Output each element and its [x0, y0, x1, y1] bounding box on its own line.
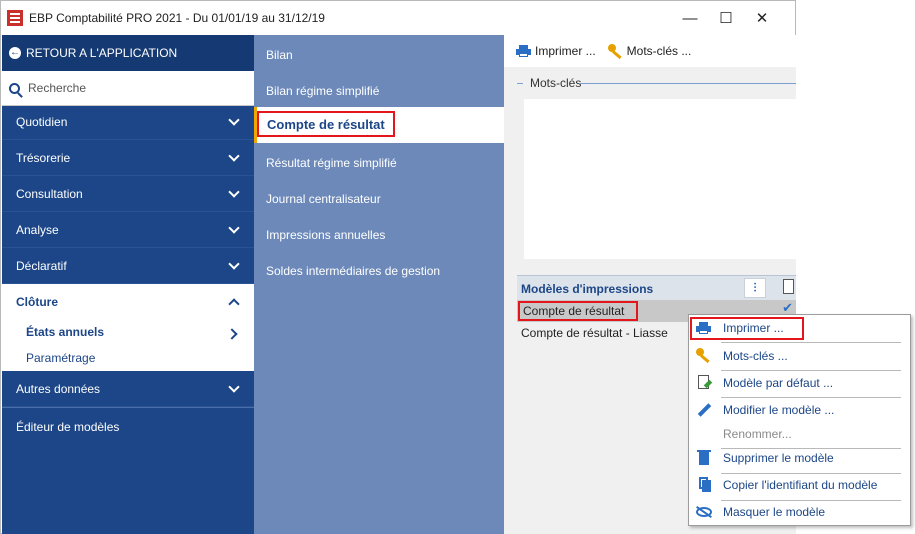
report-item-bilan[interactable]: Bilan: [266, 48, 293, 62]
print-button[interactable]: Imprimer ...: [516, 44, 596, 58]
sliders-icon[interactable]: ⫶: [744, 278, 766, 298]
search-input[interactable]: [26, 80, 240, 96]
key-icon: [607, 44, 623, 60]
keywords-textarea[interactable]: [524, 99, 796, 259]
model-label: Compte de résultat - Liasse: [521, 326, 668, 340]
models-title: Modèles d'impressions: [521, 281, 654, 296]
title-bar: EBP Comptabilité PRO 2021 - Du 01/01/19 …: [1, 1, 795, 35]
sidebar-item-label: Autres données: [16, 381, 101, 396]
pencil-icon: [696, 402, 712, 418]
menu-item-renommer[interactable]: Renommer...: [689, 421, 910, 448]
models-header: Modèles d'impressions ⫶: [517, 275, 796, 302]
menu-item-label: Imprimer ...: [723, 321, 784, 335]
sidebar-item-quotidien[interactable]: Quotidien: [2, 104, 254, 140]
close-button[interactable]: ✕: [747, 6, 777, 30]
menu-item-supprimer[interactable]: Supprimer le modèle: [689, 445, 910, 472]
report-item-selected-row: Compte de résultat: [254, 107, 504, 143]
menu-item-label: Renommer...: [723, 427, 792, 441]
printer-icon: [696, 322, 712, 338]
menu-item-label: Modifier le modèle ...: [723, 403, 835, 417]
menu-item-copier-id[interactable]: Copier l'identifiant du modèle: [689, 472, 910, 499]
search-icon: [9, 82, 20, 94]
chevron-up-icon[interactable]: [228, 298, 240, 310]
sidebar-subitem-etats-annuels[interactable]: États annuels: [26, 325, 104, 339]
sidebar-item-label: Analyse: [16, 222, 59, 237]
arrow-left-icon: ←: [9, 47, 21, 59]
chevron-down-icon: [228, 186, 240, 198]
report-item-bilan-simplifie[interactable]: Bilan régime simplifié: [266, 84, 379, 98]
back-label: RETOUR A L'APPLICATION: [26, 46, 178, 60]
sidebar-subitem-parametrage[interactable]: Paramétrage: [26, 351, 95, 365]
document-check-icon: [696, 375, 712, 391]
report-list-panel: Bilan Bilan régime simplifié Compte de r…: [254, 35, 504, 534]
chevron-down-icon: [228, 381, 240, 393]
sidebar-item-label: Consultation: [16, 186, 83, 201]
sidebar-item-editeur-modeles[interactable]: Éditeur de modèles: [2, 407, 254, 446]
copy-icon: [696, 477, 712, 493]
keywords-group-label: Mots-clés: [530, 76, 582, 90]
sidebar-item-declaratif[interactable]: Déclaratif: [2, 248, 254, 284]
menu-item-masquer[interactable]: Masquer le modèle: [689, 499, 910, 526]
report-item-impressions-annuelles[interactable]: Impressions annuelles: [266, 228, 385, 242]
menu-item-label: Modèle par défaut ...: [723, 376, 834, 390]
window-title: EBP Comptabilité PRO 2021 - Du 01/01/19 …: [29, 11, 325, 25]
sidebar-item-label: Éditeur de modèles: [16, 420, 120, 434]
keywords-label: Mots-clés ...: [626, 44, 692, 58]
group-divider: [579, 83, 796, 84]
menu-item-label: Masquer le modèle: [723, 505, 826, 519]
sidebar-item-cloture[interactable]: Clôture: [16, 295, 58, 309]
chevron-down-icon: [228, 258, 240, 270]
chevron-down-icon: [228, 114, 240, 126]
sidebar-item-label: Quotidien: [16, 114, 68, 129]
minimize-button[interactable]: —: [675, 6, 705, 30]
app-window: EBP Comptabilité PRO 2021 - Du 01/01/19 …: [0, 0, 796, 534]
report-item-journal-centralisateur[interactable]: Journal centralisateur: [266, 192, 381, 206]
search-bar: [2, 71, 254, 106]
sidebar-item-analyse[interactable]: Analyse: [2, 212, 254, 248]
sidebar-item-label: Trésorerie: [16, 150, 71, 165]
report-item-soldes-intermediaires[interactable]: Soldes intermédiaires de gestion: [266, 264, 440, 278]
menu-item-label: Supprimer le modèle: [723, 451, 834, 465]
printer-icon: [516, 45, 531, 57]
report-item-resultat-simplifie[interactable]: Résultat régime simplifié: [266, 156, 397, 170]
toolbar: Imprimer ... Mots-clés ...: [504, 35, 796, 67]
trash-icon: [696, 450, 712, 466]
chevron-down-icon: [228, 150, 240, 162]
menu-item-mots-cles[interactable]: Mots-clés ...: [689, 343, 910, 370]
menu-item-label: Mots-clés ...: [723, 349, 788, 363]
sidebar: ← RETOUR A L'APPLICATION Quotidien Tréso…: [2, 35, 254, 534]
maximize-button[interactable]: ☐: [711, 6, 741, 30]
eye-slash-icon: [696, 504, 712, 520]
document-icon[interactable]: [783, 279, 794, 294]
sidebar-item-tresorerie[interactable]: Trésorerie: [2, 140, 254, 176]
sidebar-item-consultation[interactable]: Consultation: [2, 176, 254, 212]
report-item-compte-resultat[interactable]: Compte de résultat: [257, 111, 395, 137]
sidebar-section-cloture: Clôture États annuels Paramétrage: [2, 284, 254, 371]
print-label: Imprimer ...: [535, 44, 596, 58]
menu-item-imprimer[interactable]: Imprimer ...: [689, 315, 910, 342]
back-to-app-button[interactable]: ← RETOUR A L'APPLICATION: [2, 35, 254, 71]
app-logo-icon: [7, 10, 23, 26]
sidebar-item-label: Déclaratif: [16, 258, 67, 273]
menu-item-modele-defaut[interactable]: Modèle par défaut ...: [689, 370, 910, 397]
menu-item-label: Copier l'identifiant du modèle: [723, 478, 878, 492]
chevron-down-icon: [228, 222, 240, 234]
sidebar-item-autres-donnees[interactable]: Autres données: [2, 371, 254, 407]
context-menu: Imprimer ... Mots-clés ... Modèle par dé…: [688, 314, 911, 526]
model-label: Compte de résultat: [518, 301, 639, 321]
key-icon: [696, 348, 712, 364]
menu-item-modifier[interactable]: Modifier le modèle ...: [689, 397, 910, 424]
keywords-button[interactable]: Mots-clés ...: [607, 44, 692, 60]
chevron-right-icon: [226, 328, 238, 340]
group-divider: [517, 83, 523, 84]
